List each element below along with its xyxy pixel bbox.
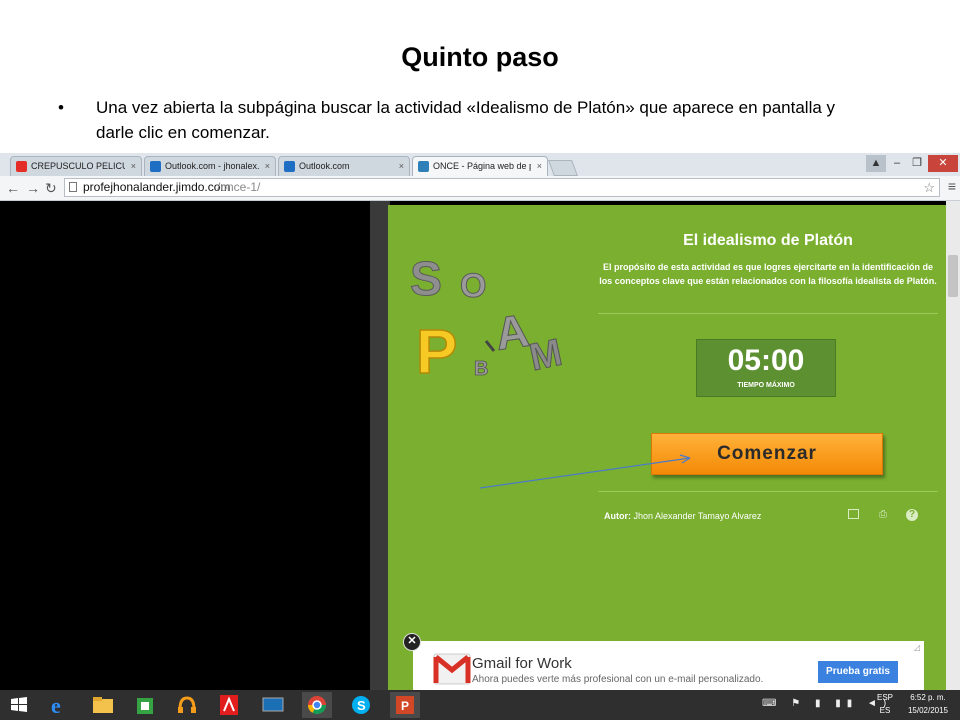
tab-outlook-jhonalex[interactable]: Outlook.com - jhonalex.ta × bbox=[144, 156, 276, 176]
tab-bar: CREPUSCULO PELICULA C × Outlook.com - jh… bbox=[0, 153, 960, 176]
clock[interactable]: 6:52 p. m. 15/02/2015 bbox=[900, 693, 956, 715]
clock-date: 15/02/2015 bbox=[907, 706, 949, 715]
divider bbox=[598, 313, 938, 314]
svg-text:S: S bbox=[357, 698, 366, 713]
url-path: /once-1/ bbox=[217, 180, 261, 194]
page-icon bbox=[69, 182, 77, 192]
clock-time: 6:52 p. m. bbox=[910, 693, 946, 702]
logo-accent-mark bbox=[484, 340, 496, 352]
file-explorer-icon[interactable] bbox=[88, 692, 118, 718]
jimdo-icon bbox=[418, 161, 429, 172]
logo-letter-o: O bbox=[460, 267, 486, 305]
forward-icon[interactable]: → bbox=[26, 178, 40, 198]
svg-text:P: P bbox=[401, 699, 409, 713]
activity-panel: S O A M P B El idealismo de Platón El pr… bbox=[388, 205, 946, 690]
headphones-icon[interactable] bbox=[172, 692, 202, 718]
bullet-dot: • bbox=[58, 98, 64, 117]
bookmark-star-icon[interactable]: ☆ bbox=[923, 179, 935, 196]
logo-letter-a: A bbox=[492, 304, 532, 360]
scrollbar[interactable] bbox=[946, 201, 960, 690]
start-icon[interactable] bbox=[4, 692, 34, 718]
close-icon[interactable]: × bbox=[399, 157, 404, 175]
skype-icon[interactable]: S bbox=[346, 692, 376, 718]
start-button[interactable]: Comenzar bbox=[651, 433, 883, 475]
tab-label: ONCE - Página web de pr bbox=[433, 161, 531, 171]
url-host: profejhonalander.jimdo.com bbox=[83, 180, 231, 194]
user-icon[interactable]: ▲ bbox=[866, 155, 886, 172]
restore-button[interactable]: ❐ bbox=[908, 155, 926, 172]
ad-title: Gmail for Work bbox=[472, 655, 572, 672]
gmail-icon bbox=[433, 653, 471, 685]
tab-label: Outlook.com bbox=[299, 161, 350, 171]
logo-letter-m: M bbox=[526, 332, 566, 380]
ad-trial-button[interactable]: Prueba gratis bbox=[818, 661, 898, 683]
tab-once[interactable]: ONCE - Página web de pr × bbox=[412, 156, 548, 176]
minimize-button[interactable]: – bbox=[888, 155, 906, 172]
ad-close-button[interactable]: ✕ bbox=[403, 633, 421, 651]
logo-letter-p: P bbox=[416, 318, 457, 387]
activity-logo: S O A M P B bbox=[410, 253, 567, 388]
powerpoint-icon[interactable]: P bbox=[390, 692, 420, 718]
chrome-icon[interactable] bbox=[302, 692, 332, 718]
store-icon[interactable] bbox=[130, 692, 160, 718]
reload-icon[interactable]: ↻ bbox=[45, 178, 57, 198]
back-icon[interactable]: ← bbox=[6, 178, 20, 198]
url-input[interactable]: profejhonalander.jimdo.com /once-1/ ☆ bbox=[64, 178, 940, 197]
outlook-icon bbox=[150, 161, 161, 172]
tab-outlook[interactable]: Outlook.com × bbox=[278, 156, 410, 176]
svg-text:e: e bbox=[51, 693, 61, 718]
author-name: Jhon Alexander Tamayo Alvarez bbox=[633, 511, 762, 521]
address-bar: ← → ↻ profejhonalander.jimdo.com /once-1… bbox=[0, 176, 960, 201]
ie-icon[interactable]: e bbox=[44, 692, 74, 718]
timer-label: TIEMPO MÁXIMO bbox=[737, 382, 795, 389]
author-line: Autor: Jhon Alexander Tamayo Alvarez bbox=[604, 511, 761, 521]
author-label: Autor: bbox=[604, 511, 631, 521]
tab-label: CREPUSCULO PELICULA C bbox=[31, 161, 125, 171]
page-divider bbox=[370, 201, 390, 690]
outlook-icon bbox=[284, 161, 295, 172]
new-tab-button[interactable] bbox=[548, 160, 578, 176]
activity-description: El propósito de esta actividad es que lo… bbox=[599, 262, 937, 286]
timer-box: 05:00 TIEMPO MÁXIMO bbox=[696, 339, 836, 397]
activity-title: El idealismo de Platón bbox=[683, 232, 853, 249]
tab-label: Outlook.com - jhonalex.ta bbox=[165, 161, 259, 171]
print-icon[interactable]: ⎙ bbox=[877, 509, 889, 521]
browser-screenshot: CREPUSCULO PELICULA C × Outlook.com - jh… bbox=[0, 153, 960, 720]
adobe-icon[interactable] bbox=[214, 692, 244, 718]
fullscreen-icon[interactable] bbox=[848, 509, 859, 519]
close-window-button[interactable]: ✕ bbox=[928, 155, 958, 172]
page-viewport: S O A M P B El idealismo de Platón El pr… bbox=[0, 201, 960, 701]
close-icon[interactable]: × bbox=[265, 157, 270, 175]
close-icon[interactable]: × bbox=[131, 157, 136, 175]
tab-crepusculo[interactable]: CREPUSCULO PELICULA C × bbox=[10, 156, 142, 176]
ad-text: Ahora puedes verte más profesional con u… bbox=[472, 674, 764, 685]
close-icon[interactable]: × bbox=[537, 157, 542, 175]
language-indicator[interactable]: ESP ES bbox=[872, 693, 898, 715]
ad-info-icon[interactable]: ◿ bbox=[914, 643, 920, 652]
taskbar: e S P ⌨ ⚑ ▮ ▮▮ ◄) ESP ES 6:52 p. m. 15/0… bbox=[0, 690, 960, 720]
timer-value: 05:00 bbox=[727, 344, 805, 377]
scrollbar-thumb[interactable] bbox=[948, 255, 958, 297]
lenovo-icon[interactable] bbox=[258, 692, 288, 718]
youtube-icon bbox=[16, 161, 27, 172]
bullet-text: Una vez abierta la subpágina buscar la a… bbox=[96, 98, 836, 142]
divider bbox=[598, 491, 938, 492]
slide-title: Quinto paso bbox=[401, 42, 559, 72]
help-icon[interactable]: ? bbox=[906, 509, 918, 521]
logo-letter-b: B bbox=[474, 358, 488, 380]
logo-letter-s: S bbox=[410, 253, 442, 306]
language-top: ESP bbox=[876, 693, 893, 702]
language-bottom: ES bbox=[879, 706, 891, 715]
menu-icon[interactable]: ≡ bbox=[948, 178, 956, 194]
